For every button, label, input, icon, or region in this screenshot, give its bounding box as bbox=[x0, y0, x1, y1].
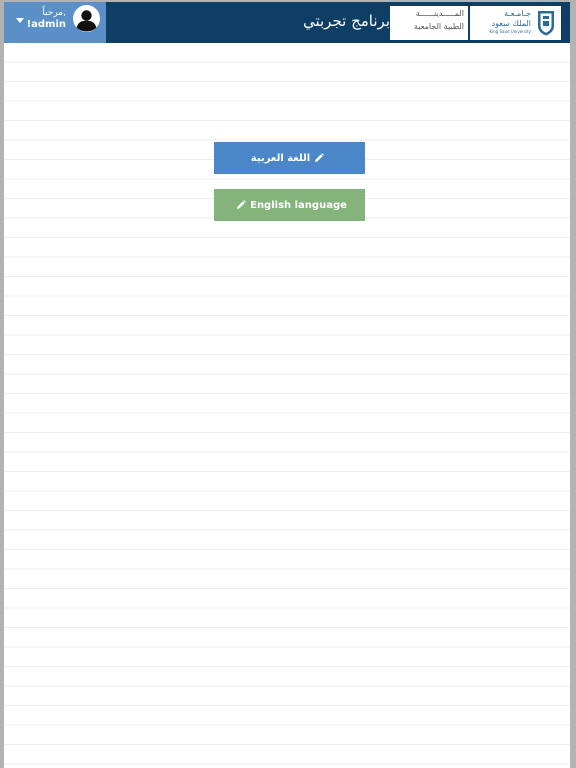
pencil-icon bbox=[237, 200, 247, 209]
logo-medicine-line1: المـــــدينــــــة bbox=[415, 9, 464, 18]
app-window: مرحباً, !admin برنامج تجربتي المـــــدين… bbox=[4, 2, 570, 768]
ksu-emblem-icon bbox=[538, 11, 554, 36]
ksu-logo-line3: King Saud University bbox=[489, 29, 531, 34]
user-menu[interactable]: مرحباً, !admin bbox=[4, 2, 106, 43]
user-avatar-icon[interactable] bbox=[73, 5, 100, 32]
arabic-language-label: اللغة العربية bbox=[250, 152, 311, 164]
user-greeting: مرحباً, !admin bbox=[24, 7, 66, 31]
pencil-icon bbox=[315, 153, 325, 162]
username-text: !admin bbox=[26, 19, 66, 30]
ksu-logo-text: جـامـعـة الملك سعود King Saud University bbox=[473, 8, 531, 35]
arabic-language-button[interactable]: اللغة العربية bbox=[214, 142, 365, 174]
greeting-text: مرحباً, bbox=[42, 8, 66, 18]
logo-medicine-line2: الطبية الجامعية bbox=[414, 22, 464, 31]
king-saud-university-logo: جـامـعـة الملك سعود King Saud University bbox=[470, 6, 561, 40]
english-language-button[interactable]: English language bbox=[214, 189, 365, 221]
main-content: اللغة العربية English language bbox=[4, 43, 570, 768]
caret-down-icon[interactable] bbox=[16, 18, 24, 23]
university-medical-city-logo: المـــــدينــــــة الطبية الجامعية bbox=[390, 6, 468, 40]
ksu-logo-line2: الملك سعود bbox=[491, 19, 531, 28]
english-language-label: English language bbox=[250, 199, 347, 211]
top-header: مرحباً, !admin برنامج تجربتي المـــــدين… bbox=[4, 2, 570, 43]
ksu-logo-line1: جـامـعـة bbox=[504, 9, 531, 18]
app-title: برنامج تجربتي bbox=[302, 12, 390, 30]
